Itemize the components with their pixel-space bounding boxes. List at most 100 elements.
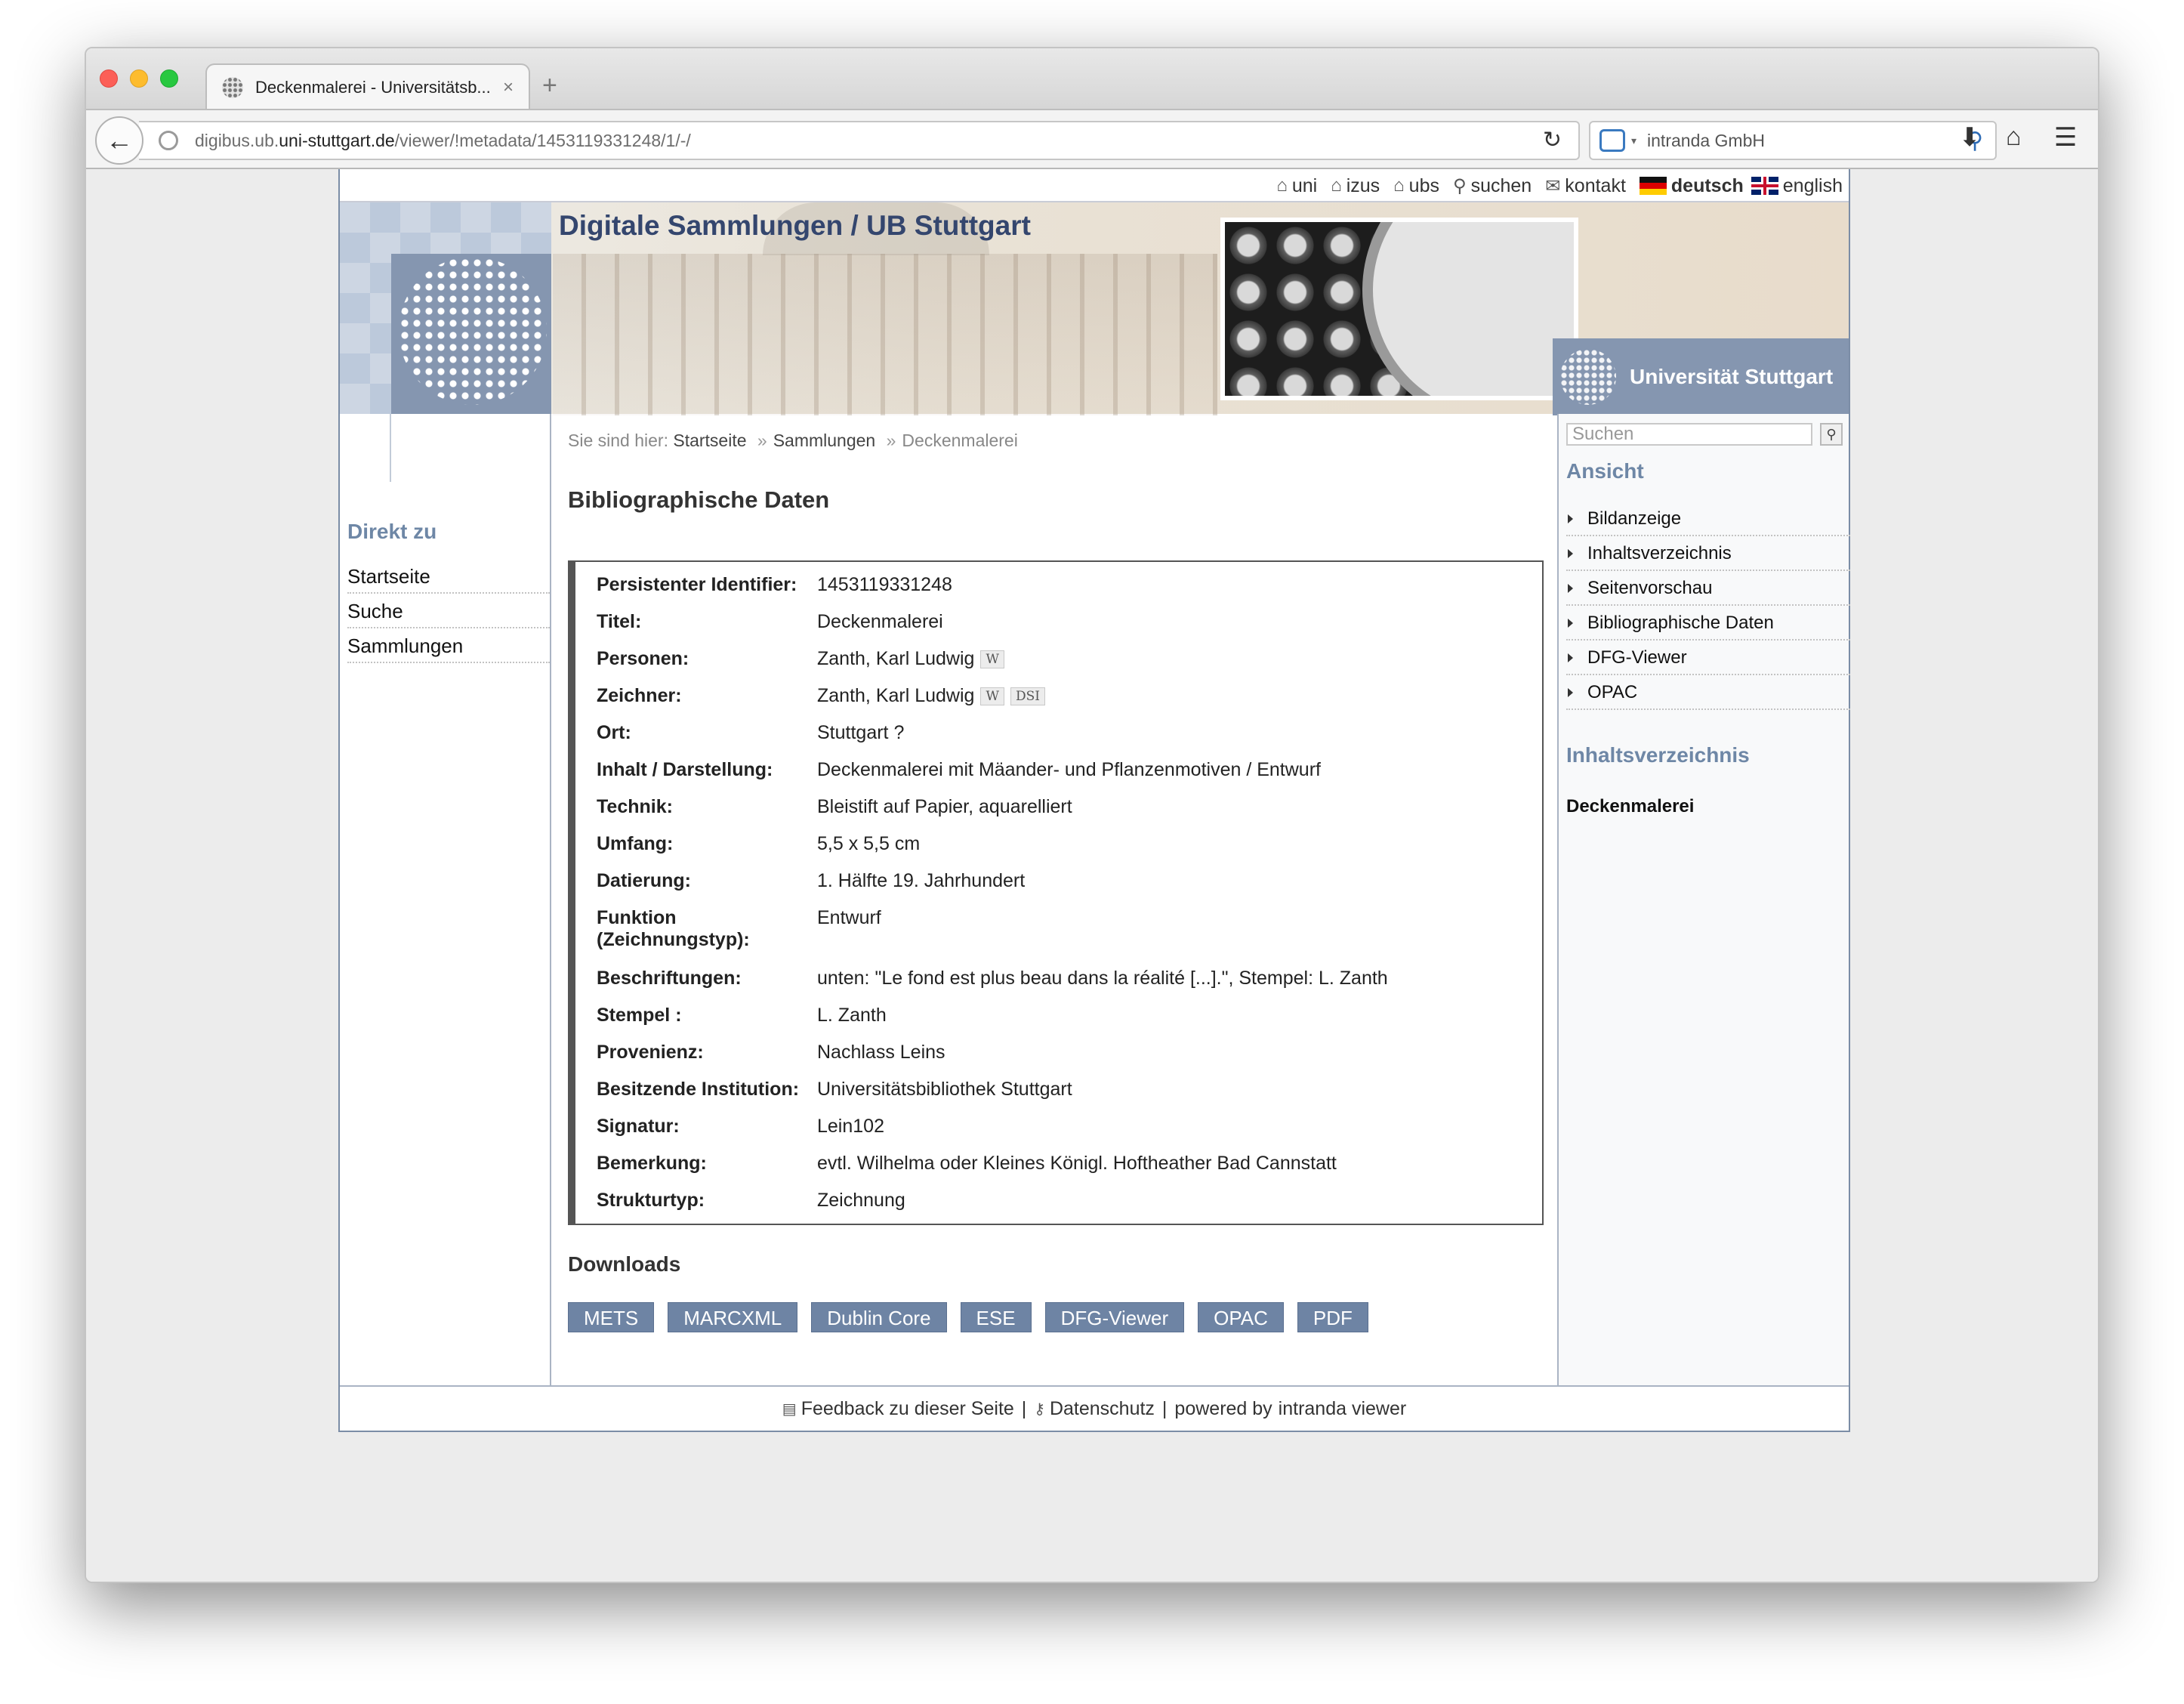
minimize-window-button[interactable] [130, 69, 148, 88]
tab-close-icon[interactable]: × [503, 77, 514, 98]
metadata-row: Personen: Zanth, Karl Ludwig W [575, 648, 1542, 685]
person-link[interactable]: Zanth, Karl Ludwig [817, 648, 974, 669]
wikipedia-badge[interactable]: W [980, 650, 1004, 669]
downloads-buttons: METS MARCXML Dublin Core ESE DFG-Viewer … [568, 1302, 1382, 1332]
metadata-label: Besitzende Institution: [597, 1079, 800, 1100]
home-icon: ⌂ [1276, 175, 1288, 196]
page-viewport: ⌂ uni ⌂ izus ⌂ ubs ⚲ suchen ✉ kontakt deutsch… [86, 169, 2098, 1582]
site-title[interactable]: Digitale Sammlungen / UB Stuttgart [559, 210, 1031, 242]
home-icon[interactable]: ⌂ [2006, 122, 2022, 152]
breadcrumb-sammlungen[interactable]: Sammlungen [773, 431, 876, 450]
toplink-suchen[interactable]: ⚲ suchen [1453, 175, 1532, 197]
close-window-button[interactable] [100, 69, 118, 88]
site-search-button[interactable]: ⚲ [1820, 423, 1843, 446]
metadata-label: Technik: [597, 796, 673, 817]
metadata-row: Provenienz: Nachlass Leins [575, 1042, 1542, 1079]
metadata-label: Strukturtyp: [597, 1190, 705, 1211]
breadcrumb-current: Deckenmalerei [902, 431, 1018, 450]
magnifier-icon: ⚲ [1452, 175, 1467, 196]
toplink-izus[interactable]: ⌂ izus [1331, 175, 1380, 197]
ansicht-dfg-viewer[interactable]: DFG-Viewer [1566, 641, 1850, 675]
chevron-down-icon[interactable]: ▾ [1631, 134, 1636, 147]
site-header: Digitale Sammlungen / UB Stuttgart Unive… [340, 201, 1849, 415]
toc-entry-deckenmalerei[interactable]: Deckenmalerei [1566, 796, 1694, 817]
left-nav-startseite[interactable]: Startseite [347, 559, 550, 594]
toplink-uni[interactable]: ⌂ uni [1276, 175, 1317, 197]
language-english[interactable]: english [1751, 175, 1843, 197]
favicon-icon [222, 77, 243, 98]
metadata-label: Funktion (Zeichnungstyp): [597, 907, 750, 950]
language-deutsch[interactable]: deutsch [1639, 175, 1744, 197]
footer-feedback-link[interactable]: Feedback zu dieser Seite [801, 1398, 1014, 1420]
download-mets-button[interactable]: METS [568, 1302, 655, 1332]
metadata-label: Titel: [597, 611, 642, 632]
ansicht-opac[interactable]: OPAC [1566, 675, 1850, 710]
metadata-value: evtl. Wilhelma oder Kleines Königl. Hoft… [817, 1153, 1337, 1174]
search-engine-icon[interactable] [1599, 129, 1625, 152]
university-logo-icon [1560, 349, 1616, 405]
metadata-value-with-badge: Zanth, Karl Ludwig W [817, 648, 1542, 685]
download-opac-button[interactable]: OPAC [1198, 1302, 1284, 1332]
breadcrumb: Sie sind hier: Startseite » Sammlungen » D… [568, 431, 1018, 451]
ansicht-bildanzeige[interactable]: Bildanzeige [1566, 502, 1850, 536]
header-ceiling-photo [1220, 218, 1578, 400]
browser-search-bar[interactable]: ▾ intranda GmbH ⚲ [1589, 121, 1997, 160]
download-icon[interactable]: ⬇ [1959, 122, 1981, 153]
footer-datenschutz-link[interactable]: Datenschutz [1050, 1398, 1155, 1420]
footer-viewer-link[interactable]: intranda viewer [1279, 1398, 1407, 1420]
university-banner[interactable]: Universität Stuttgart [1553, 338, 1849, 415]
ansicht-seitenvorschau[interactable]: Seitenvorschau [1566, 571, 1850, 606]
metadata-label: Inhalt / Darstellung: [597, 759, 773, 780]
header-architecture-image [553, 254, 1217, 415]
new-tab-button[interactable]: + [542, 71, 557, 100]
left-nav-sammlungen[interactable]: Sammlungen [347, 628, 550, 663]
metadata-row: Bemerkung: evtl. Wilhelma oder Kleines Kö… [575, 1153, 1542, 1190]
ansicht-heading: Ansicht [1566, 459, 1644, 483]
site-search-input[interactable] [1566, 423, 1812, 446]
decorative-line [390, 414, 391, 482]
person-link[interactable]: Zanth, Karl Ludwig [817, 685, 974, 706]
zoom-window-button[interactable] [160, 69, 178, 88]
footer-separator: | [1161, 1397, 1168, 1419]
metadata-table: Persistenter Identifier: 1453119331248 Ti… [568, 560, 1544, 1225]
metadata-value: unten: "Le fond est plus beau dans la ré… [817, 968, 1388, 989]
metadata-label: Provenienz: [597, 1042, 704, 1063]
url-bar[interactable]: digibus.ub.uni-stuttgart.de/viewer/!meta… [139, 121, 1580, 160]
toplink-kontakt[interactable]: ✉ kontakt [1545, 175, 1626, 197]
download-marcxml-button[interactable]: MARCXML [668, 1302, 798, 1332]
download-dublin-core-button[interactable]: Dublin Core [811, 1302, 947, 1332]
download-pdf-button[interactable]: PDF [1297, 1302, 1368, 1332]
search-engine-name[interactable]: intranda GmbH [1647, 131, 1967, 151]
metadata-value: 1453119331248 [817, 574, 952, 595]
download-ese-button[interactable]: ESE [960, 1302, 1032, 1332]
home-icon: ⌂ [1331, 175, 1342, 196]
metadata-label: Zeichner: [597, 685, 682, 706]
back-button[interactable]: ← [95, 116, 143, 165]
globe-icon [159, 131, 178, 150]
metadata-label: Ort: [597, 722, 631, 743]
browser-tab[interactable]: Deckenmalerei - Universitätsb... × [205, 63, 530, 110]
metadata-value: Stuttgart ? [817, 722, 905, 743]
left-nav-suche[interactable]: Suche [347, 594, 550, 628]
breadcrumb-separator: » [757, 431, 767, 450]
metadata-value: Zeichnung [817, 1190, 905, 1211]
wikipedia-badge[interactable]: W [980, 687, 1004, 706]
toplink-ubs[interactable]: ⌂ ubs [1393, 175, 1439, 197]
dsi-badge[interactable]: DSI [1010, 687, 1045, 706]
photo-dome-detail [1362, 222, 1574, 396]
university-logo[interactable] [391, 254, 551, 414]
metadata-value: Deckenmalerei mit Mäander- und Pflanzenm… [817, 759, 1321, 780]
footer-powered-by: powered by [1174, 1397, 1272, 1419]
ansicht-bibliographische-daten[interactable]: Bibliographische Daten [1566, 606, 1850, 641]
metadata-label: Stempel : [597, 1005, 682, 1026]
metadata-row: Technik: Bleistift auf Papier, aquarellie… [575, 796, 1542, 833]
breadcrumb-startseite[interactable]: Startseite [673, 431, 746, 450]
url-text[interactable]: digibus.ub.uni-stuttgart.de/viewer/!meta… [195, 131, 691, 151]
ansicht-inhaltsverzeichnis[interactable]: Inhaltsverzeichnis [1566, 536, 1850, 571]
metadata-value: Universitätsbibliothek Stuttgart [817, 1079, 1072, 1100]
top-links: ⌂ uni ⌂ izus ⌂ ubs ⚲ suchen ✉ kontakt deutsch… [1263, 172, 1843, 199]
download-dfg-viewer-button[interactable]: DFG-Viewer [1044, 1302, 1185, 1332]
tab-title: Deckenmalerei - Universitätsb... [255, 78, 491, 97]
menu-icon[interactable]: ☰ [2054, 122, 2077, 153]
reload-icon[interactable]: ↻ [1543, 127, 1562, 153]
